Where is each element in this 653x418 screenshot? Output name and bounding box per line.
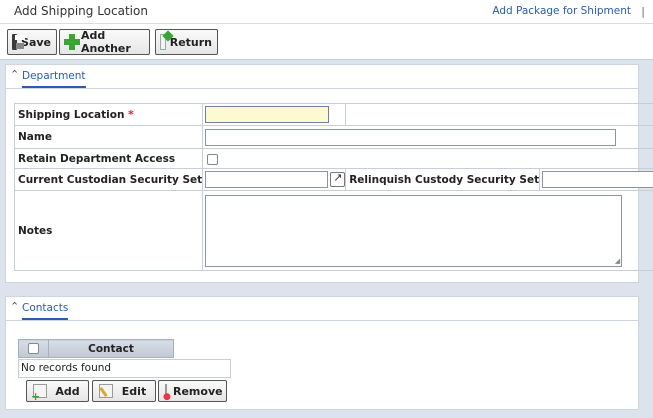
department-panel-header: ⌃ Department [6,65,638,89]
notes-label: Notes [13,190,204,271]
edit-icon [99,384,113,398]
shipping-location-input[interactable] [205,106,330,123]
resize-grip-icon[interactable]: ◢ [615,257,620,265]
save-label: Save [21,35,51,49]
select-all-header [18,339,49,358]
name-input[interactable] [205,128,617,146]
page-header: Add Shipping Location Add Package for Sh… [0,0,653,24]
add-label: Add [55,384,80,398]
select-all-checkbox[interactable] [28,343,39,354]
collapse-chevron-icon[interactable]: ⌃ [10,68,19,81]
shipping-location-cell [202,103,347,126]
add-another-label: Add Another [80,29,131,55]
add-icon [31,384,47,403]
tab-department[interactable]: Department [22,70,86,88]
toolbar: Save Add Another Return [0,24,653,60]
add-another-button[interactable]: Add Another [59,29,150,55]
empty-cell [345,103,653,126]
tab-contacts[interactable]: Contacts [22,302,69,320]
add-package-link[interactable]: Add Package for Shipment [492,5,631,17]
edit-label: Edit [121,384,147,398]
form-row: Current Custodian Security Set Relinquis… [13,168,653,191]
return-icon [160,34,166,50]
remove-contact-button[interactable]: Remove [158,380,227,402]
plus-icon [64,34,80,50]
form-row: Name [13,125,653,149]
external-link-icon[interactable] [330,171,346,187]
contacts-header-row: Contact [18,339,174,358]
contacts-panel-header: ⌃ Contacts [6,297,638,321]
required-marker: * [128,108,134,121]
retain-access-cell [202,148,653,169]
remove-label: Remove [173,384,223,398]
empty-message: No records found [18,359,231,378]
return-label: Return [169,35,212,49]
relinquish-custody-group [540,171,653,188]
collapse-chevron-icon[interactable]: ⌃ [10,300,19,313]
header-separator: | [641,5,645,18]
notes-cell: ◢ [202,190,653,271]
retain-access-checkbox[interactable] [207,153,219,165]
relinquish-custody-cell [539,168,653,191]
notes-textarea[interactable]: ◢ [205,194,623,267]
name-cell [202,125,653,149]
save-icon [12,34,26,50]
contact-column-header[interactable]: Contact [48,339,174,358]
current-custodian-group [203,171,346,188]
name-label: Name [13,125,204,149]
retain-access-label: Retain Department Access [13,148,204,169]
save-button[interactable]: Save [7,29,57,55]
shipping-location-label: Shipping Location [18,108,125,121]
return-button[interactable]: Return [155,29,218,55]
form-row: Retain Department Access [13,148,653,169]
contacts-table: Contact [18,339,174,358]
edit-contact-button[interactable]: Edit [92,380,156,402]
current-custodian-label: Current Custodian Security Set [13,168,204,191]
add-contact-button[interactable]: Add [26,380,89,403]
shipping-location-label-cell: Shipping Location * [13,103,204,126]
remove-icon [163,384,171,402]
current-custodian-cell [202,168,347,191]
form-row: Notes ◢ [13,190,653,271]
relinquish-custody-label: Relinquish Custody Security Set [345,168,541,191]
relinquish-custody-input[interactable] [542,171,653,188]
current-custodian-input[interactable] [205,171,329,188]
department-form: Shipping Location * Name Retain Departme… [13,103,653,271]
form-row: Shipping Location * [13,103,653,126]
page-title: Add Shipping Location [14,4,148,18]
